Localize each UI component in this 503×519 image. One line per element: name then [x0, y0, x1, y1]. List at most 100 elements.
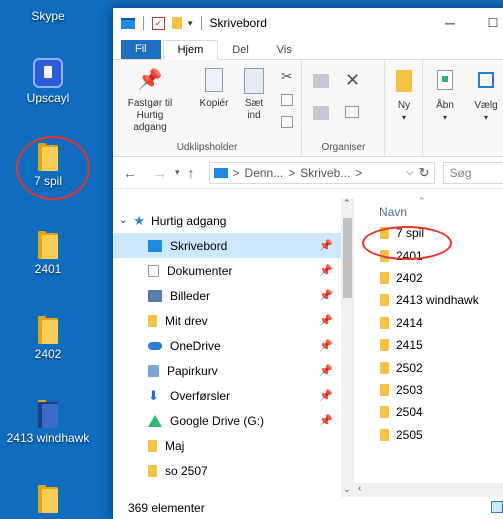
title-bar: ✓ ▾ Skrivebord ─ ☐ [113, 8, 503, 38]
scroll-down-icon[interactable]: ⌄ [343, 484, 351, 495]
paste-button[interactable]: Sæt ind [237, 68, 271, 122]
minimize-button[interactable]: ─ [427, 15, 473, 31]
desktop-icon-2402[interactable]: 2402 [0, 316, 96, 361]
address-bar[interactable]: > Denn... > Skriveb... > ⌵ ↻ [208, 161, 435, 184]
refresh-icon[interactable]: ↻ [419, 165, 430, 181]
nav-item-papirkurv[interactable]: Papirkurv 📌 [113, 358, 341, 383]
nav-scroll-thumb[interactable] [343, 218, 352, 298]
file-item[interactable]: 2505 [354, 424, 503, 446]
nav-item-dokumenter[interactable]: Dokumenter 📌 [113, 258, 341, 283]
properties-icon[interactable]: ✓ [152, 16, 165, 30]
nav-item-overforsler[interactable]: ⬇ Overførsler 📌 [113, 383, 341, 408]
folder-icon [148, 439, 157, 452]
details-view-icon[interactable] [491, 501, 503, 513]
file-item[interactable]: 2502 [354, 356, 503, 378]
copy-button[interactable]: Kopiér [195, 68, 233, 110]
download-arrow-icon: ⬇ [148, 387, 159, 403]
nav-item-maj[interactable]: Maj [113, 433, 341, 458]
navigation-pane: ⌄ ★ Hurtig adgang Skrivebord 📌 Dokumente… [113, 198, 354, 497]
upscayl-icon [33, 58, 63, 88]
search-input[interactable]: Søg [442, 161, 503, 184]
forward-arrow-icon[interactable]: → [153, 165, 167, 181]
clipboard-group: 📌 Fastgør til Hurtig adgang Kopiér Sæt i… [113, 60, 302, 157]
google-drive-icon [148, 414, 162, 427]
file-item-label: 2502 [396, 360, 423, 375]
desktop-icon [148, 239, 162, 252]
divider [200, 16, 202, 30]
rename-icon[interactable] [345, 106, 359, 118]
nav-item-label: OneDrive [170, 338, 221, 353]
file-explorer-window: ✓ ▾ Skrivebord ─ ☐ Fil Hjem Del Vis 📌 Fa… [113, 8, 503, 519]
nav-item-label: Google Drive (G:) [170, 413, 265, 428]
nav-item-so-2507[interactable]: so 2507 [113, 458, 341, 483]
address-dropdown-icon[interactable]: ⌵ [406, 167, 414, 178]
pin-icon: 📌 [319, 290, 333, 302]
folder-icon [380, 361, 389, 374]
tab-del[interactable]: Del [218, 41, 263, 59]
desktop-icon-2413-windhawk[interactable]: 2413 windhawk [0, 400, 96, 445]
desktop-icon-partial[interactable] [0, 485, 96, 513]
move-to-icon[interactable] [313, 74, 329, 88]
ribbon: 📌 Fastgør til Hurtig adgang Kopiér Sæt i… [113, 60, 503, 157]
breadcrumb-sep: > [232, 165, 240, 180]
up-arrow-icon[interactable]: ↑ [188, 165, 195, 181]
folder-icon [148, 314, 157, 327]
nav-item-label: Papirkurv [167, 363, 218, 378]
breadcrumb-sep: > [288, 165, 296, 180]
copy-path-icon[interactable] [281, 94, 293, 106]
tab-vis[interactable]: Vis [263, 41, 306, 59]
file-item[interactable]: 2413 windhawk [354, 289, 503, 311]
nav-item-label: Overførsler [170, 388, 230, 403]
select-button[interactable]: Vælg ▾ [470, 66, 502, 124]
nav-item-onedrive[interactable]: OneDrive 📌 [113, 333, 341, 358]
status-bar: 369 elementer [113, 497, 503, 519]
pin-quick-access-button[interactable]: 📌 Fastgør til Hurtig adgang [119, 68, 181, 134]
file-item[interactable]: 2504 [354, 401, 503, 423]
file-item[interactable]: 2503 [354, 379, 503, 401]
nav-item-label: so 2507 [165, 463, 208, 478]
tab-hjem[interactable]: Hjem [162, 40, 219, 60]
copy-to-icon[interactable] [313, 106, 329, 120]
new-button[interactable]: Ny ▾ [390, 66, 418, 124]
nav-item-skrivebord[interactable]: Skrivebord 📌 [113, 233, 341, 258]
recent-dropdown-icon[interactable]: ▾ [175, 167, 180, 178]
folder-icon [380, 294, 389, 307]
cut-icon[interactable]: ✂ [281, 68, 293, 85]
paste-label-line1: Sæt [244, 98, 264, 109]
nav-quick-access[interactable]: ⌄ ★ Hurtig adgang [113, 208, 341, 233]
scroll-up-icon[interactable]: ⌃ [343, 198, 351, 209]
file-item-label: 2503 [396, 382, 423, 397]
qat-dropdown-icon[interactable]: ▾ [188, 18, 193, 29]
horizontal-scrollbar[interactable]: ‹ [354, 483, 503, 497]
column-header-name[interactable]: Navn ⌃ [354, 196, 503, 222]
folder-icon [380, 271, 389, 284]
scroll-left-icon[interactable]: ‹ [358, 483, 361, 494]
nav-item-mit-drev[interactable]: Mit drev 📌 [113, 308, 341, 333]
paste-shortcut-icon[interactable] [281, 116, 293, 128]
breadcrumb-part-1[interactable]: Denn... [245, 166, 284, 180]
nav-item-google-drive[interactable]: Google Drive (G:) 📌 [113, 408, 341, 433]
chevron-down-icon[interactable]: ⌄ [119, 215, 127, 226]
file-item[interactable]: 2414 [354, 312, 503, 334]
folder-icon [380, 406, 389, 419]
desktop-icon-skype[interactable]: Skype [0, 6, 96, 23]
file-item[interactable]: 2402 [354, 267, 503, 289]
nav-item-billeder[interactable]: Billeder 📌 [113, 283, 341, 308]
breadcrumb-part-2[interactable]: Skriveb... [300, 166, 350, 180]
tab-fil[interactable]: Fil [121, 40, 161, 59]
file-item[interactable]: 2415 [354, 334, 503, 356]
pin-icon: 📌 [319, 340, 333, 352]
open-button[interactable]: Åbn ▾ [430, 66, 460, 124]
copy-label: Kopiér [199, 98, 229, 109]
file-item-label: 2504 [396, 405, 423, 420]
ribbon-tabs: Fil Hjem Del Vis [113, 38, 503, 60]
delete-icon[interactable]: ✕ [345, 70, 360, 91]
desktop-icon-2401[interactable]: 2401 [0, 231, 96, 276]
maximize-button[interactable]: ☐ [473, 16, 503, 30]
navigation-bar: ← → ▾ ↑ > Denn... > Skriveb... > ⌵ ↻ Søg [113, 157, 503, 189]
folder-qat-icon[interactable] [172, 17, 182, 29]
back-arrow-icon[interactable]: ← [123, 165, 137, 181]
nav-scrollbar[interactable]: ⌃ ⌄ [341, 198, 354, 497]
breadcrumb-sep: > [355, 165, 363, 180]
desktop-icon-upscayl[interactable]: Upscayl [0, 58, 96, 105]
